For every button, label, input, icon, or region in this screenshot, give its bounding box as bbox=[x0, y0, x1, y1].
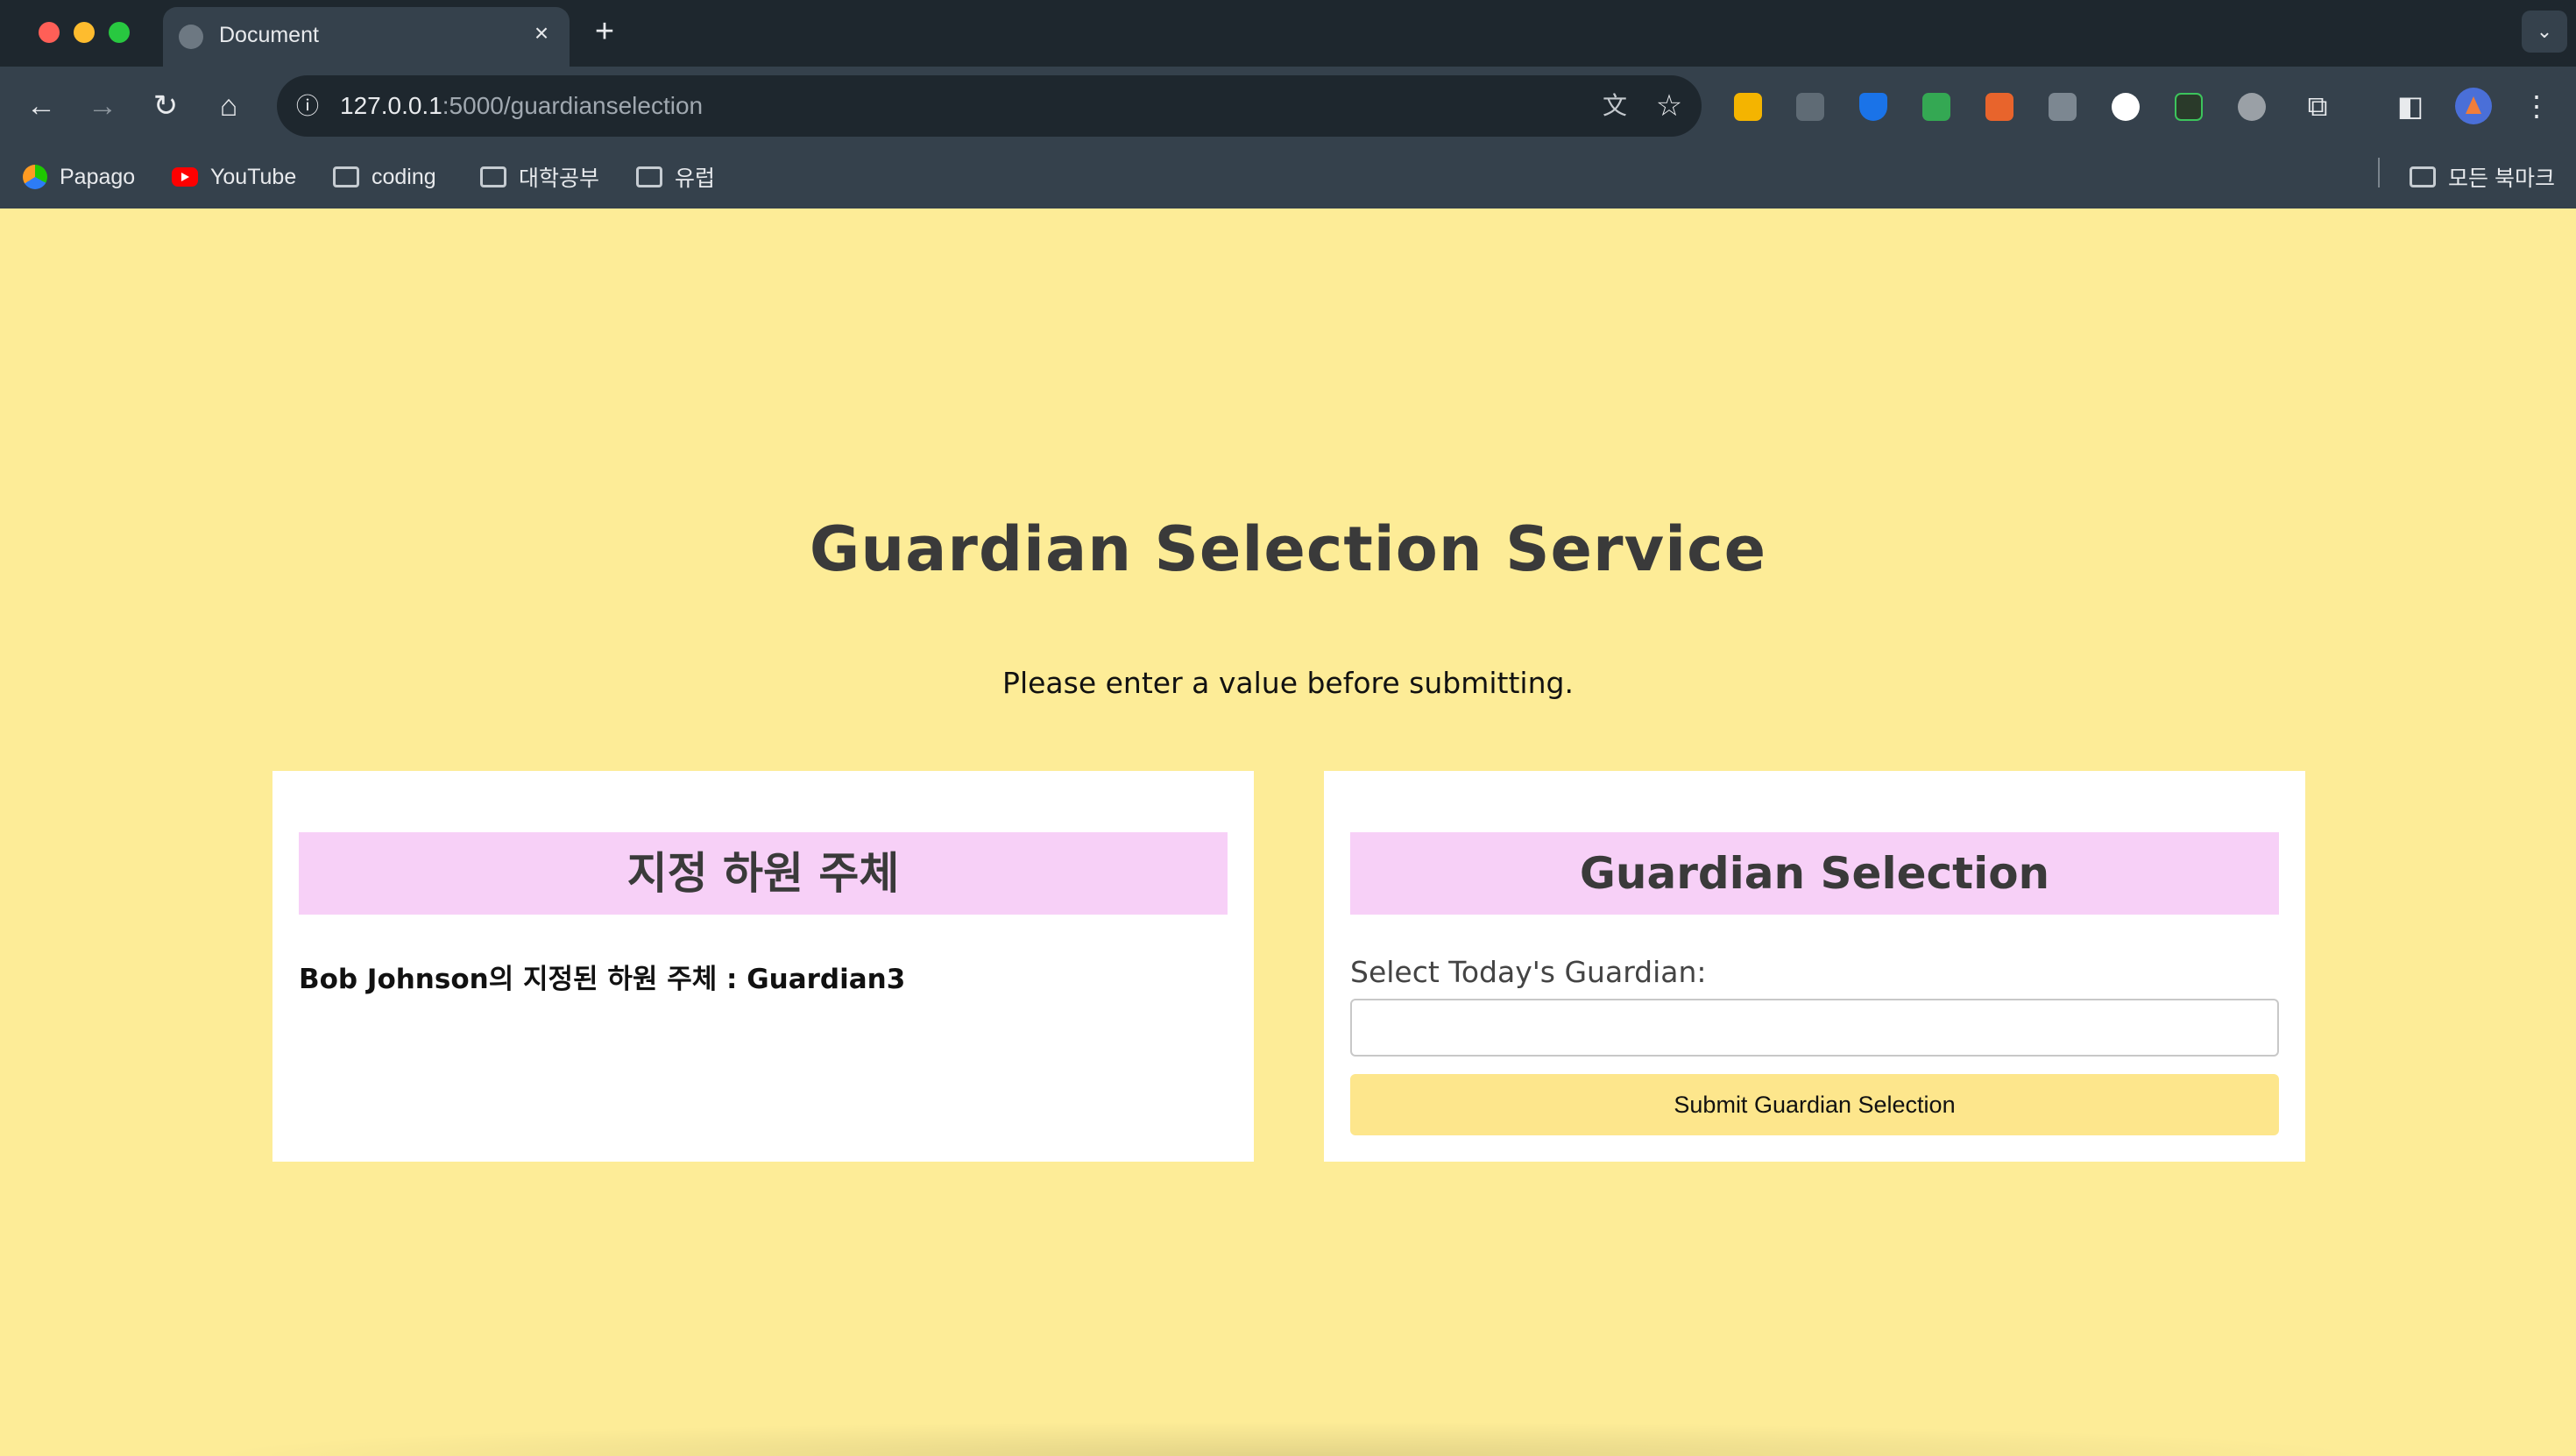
bookmark-label: Papago bbox=[60, 164, 136, 189]
site-info-icon[interactable]: ⓘ bbox=[289, 88, 326, 124]
extension-hand-icon[interactable] bbox=[2238, 93, 2266, 121]
home-icon[interactable]: ⌂ bbox=[207, 84, 251, 128]
bookmark-label: YouTube bbox=[210, 164, 297, 189]
forward-arrow-icon[interactable]: → bbox=[81, 84, 124, 128]
reload-icon[interactable]: ↻ bbox=[144, 84, 188, 128]
browser-toolbar: ← → ↻ ⌂ ⓘ 127.0.0.1:5000/guardianselecti… bbox=[0, 67, 2576, 145]
extension-play-icon[interactable] bbox=[2175, 93, 2203, 121]
page-title: Guardian Selection Service bbox=[809, 513, 1767, 585]
profile-avatar[interactable] bbox=[2455, 88, 2492, 124]
url-path: :5000/guardianselection bbox=[442, 92, 704, 119]
extension-ex-icon[interactable] bbox=[1985, 93, 2013, 121]
extensions-puzzle-icon[interactable]: ⧉ bbox=[2297, 86, 2338, 126]
assigned-guardian-text: Bob Johnson의 지정된 하원 주체 : Guardian3 bbox=[299, 964, 906, 995]
extension-note-icon[interactable] bbox=[1734, 93, 1762, 121]
papago-icon bbox=[23, 165, 47, 189]
guardian-input[interactable] bbox=[1350, 999, 2279, 1057]
extension-printer-icon[interactable] bbox=[2049, 93, 2077, 121]
validation-message: Please enter a value before submitting. bbox=[1002, 666, 1574, 700]
url-text[interactable]: 127.0.0.1:5000/guardianselection bbox=[340, 92, 703, 120]
folder-icon bbox=[2410, 166, 2436, 187]
extension-shield-icon[interactable] bbox=[1859, 93, 1887, 121]
minimize-window-button[interactable] bbox=[74, 22, 95, 43]
submit-guardian-button[interactable]: Submit Guardian Selection bbox=[1350, 1074, 2279, 1135]
all-bookmarks-label: 모든 북마크 bbox=[2448, 166, 2555, 191]
address-bar[interactable]: ⓘ 127.0.0.1:5000/guardianselection 文 ☆ bbox=[277, 75, 1702, 137]
browser-chrome: Document × + ⌄ ← → ↻ ⌂ ⓘ 127.0.0.1:5000/… bbox=[0, 0, 2576, 209]
back-arrow-icon[interactable]: ← bbox=[19, 84, 63, 128]
side-panel-icon[interactable]: ◧ bbox=[2390, 86, 2431, 126]
tab-search-button[interactable]: ⌄ bbox=[2522, 11, 2567, 53]
new-tab-button[interactable]: + bbox=[587, 14, 622, 49]
bookmark-label: coding bbox=[372, 164, 436, 189]
assigned-guardian-card: 지정 하원 주체 Bob Johnson의 지정된 하원 주체 : Guardi… bbox=[272, 771, 1254, 1162]
bookmark-label: 대학공부 bbox=[519, 166, 600, 191]
globe-icon bbox=[179, 25, 203, 49]
bookmark-label: 유럽 bbox=[675, 166, 716, 191]
all-bookmarks-folder[interactable]: 모든 북마크 bbox=[2410, 159, 2555, 194]
footer-shadow bbox=[193, 1421, 2383, 1456]
menu-kebab-icon[interactable]: ⋮ bbox=[2516, 86, 2557, 126]
tab-document[interactable]: Document × bbox=[163, 7, 570, 67]
bookmark-papago[interactable]: Papago bbox=[23, 159, 135, 194]
bookmark-youtube[interactable]: YouTube bbox=[172, 159, 296, 194]
card-header: 지정 하원 주체 bbox=[299, 832, 1228, 915]
tab-title: Document bbox=[219, 23, 319, 47]
translate-icon[interactable]: 文 bbox=[1598, 89, 1631, 123]
bookmark-folder-coding[interactable]: coding bbox=[333, 159, 436, 194]
folder-icon bbox=[480, 166, 506, 187]
extension-record-icon[interactable] bbox=[2112, 93, 2140, 121]
bookmark-star-icon[interactable]: ☆ bbox=[1651, 88, 1688, 124]
folder-icon bbox=[333, 166, 359, 187]
extension-window-icon[interactable] bbox=[1796, 93, 1824, 121]
tab-strip: Document × + ⌄ bbox=[0, 0, 2576, 67]
youtube-icon bbox=[172, 167, 198, 187]
close-window-button[interactable] bbox=[39, 22, 60, 43]
bookmarks-divider bbox=[2378, 158, 2380, 187]
url-host: 127.0.0.1 bbox=[340, 92, 442, 119]
bookmarks-bar: Papago YouTube coding 대학공부 유럽 모든 북마크 bbox=[0, 145, 2576, 209]
maximize-window-button[interactable] bbox=[109, 22, 130, 43]
close-tab-icon[interactable]: × bbox=[526, 18, 557, 49]
bookmark-folder-university[interactable]: 대학공부 bbox=[480, 159, 599, 194]
card-header: Guardian Selection bbox=[1350, 832, 2279, 915]
extension-green-icon[interactable] bbox=[1922, 93, 1950, 121]
guardian-field-label: Select Today's Guardian: bbox=[1350, 955, 1707, 989]
page-viewport: Guardian Selection Service Please enter … bbox=[0, 209, 2576, 1456]
bookmark-folder-europe[interactable]: 유럽 bbox=[636, 159, 715, 194]
folder-icon bbox=[636, 166, 662, 187]
guardian-selection-card: Guardian Selection Select Today's Guardi… bbox=[1324, 771, 2305, 1162]
